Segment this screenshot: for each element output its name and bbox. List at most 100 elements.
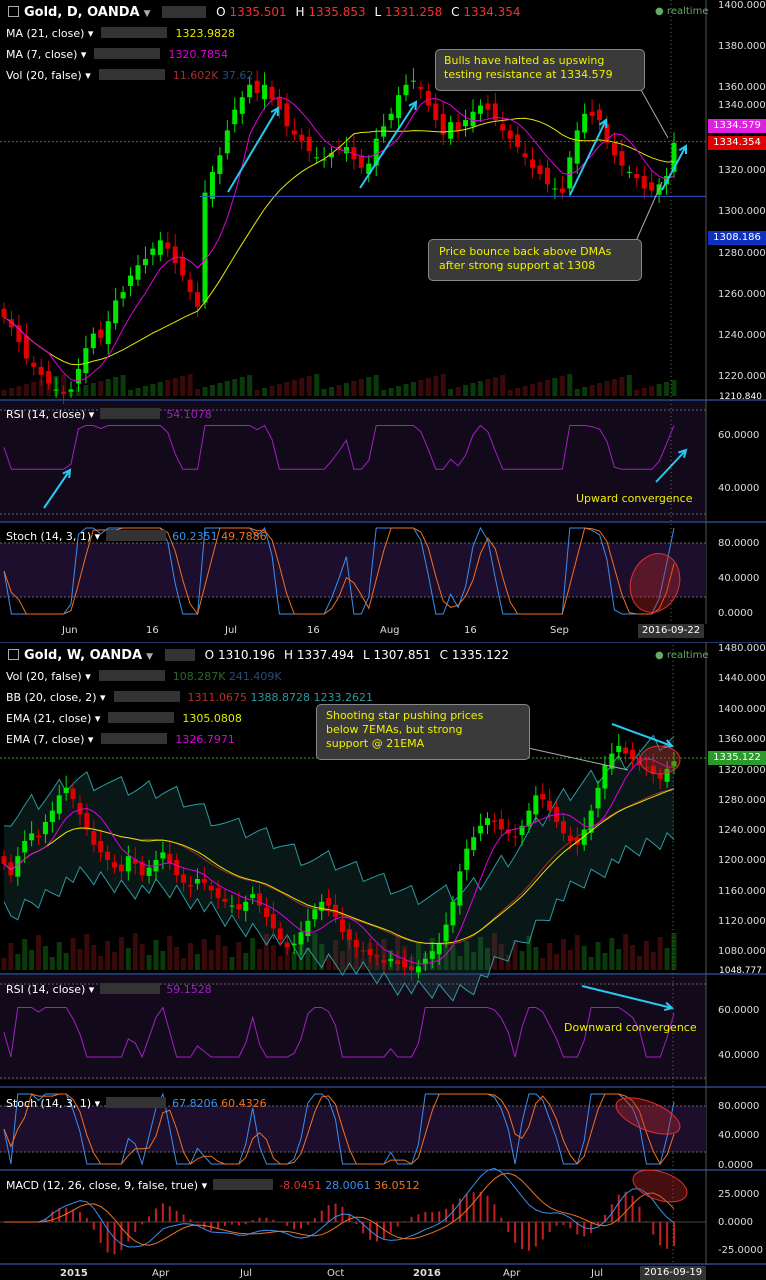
annotation-line: Price bounce back above DMAs xyxy=(439,245,612,258)
rsi-tick: 60.0000 xyxy=(718,430,760,441)
volume-bar xyxy=(664,948,670,970)
volume-bar xyxy=(321,389,327,396)
settings-icon-group[interactable] xyxy=(162,6,207,18)
dropdown-caret-icon[interactable]: ▼ xyxy=(146,652,153,662)
price-tick: 1220.000 xyxy=(718,371,766,382)
candle-body xyxy=(42,822,48,835)
indicator-icons[interactable] xyxy=(101,27,168,38)
weekly-rsi-label[interactable]: RSI (14, close) ▾ 59.1528 xyxy=(6,983,212,996)
candle-body xyxy=(477,105,483,114)
macd-hist-value: -8.0451 xyxy=(279,1179,322,1192)
volume-bar xyxy=(180,376,186,396)
weekly-ind-3[interactable]: EMA (7, close) ▾ 1326.7971 xyxy=(6,733,235,746)
daily-annotation-top[interactable]: Bulls have halted as upswing testing res… xyxy=(435,49,645,91)
volume-bar xyxy=(602,953,608,970)
stoch-tick: 0.0000 xyxy=(718,608,753,619)
collapse-icon[interactable] xyxy=(8,649,19,660)
indicator-icons[interactable] xyxy=(108,712,175,723)
annotation-line: Shooting star pushing prices xyxy=(326,709,484,722)
indicator-icons[interactable] xyxy=(106,1097,167,1108)
weekly-ind-1[interactable]: BB (20, close, 2) ▾ 1311.0675 1388.8728 1… xyxy=(6,691,373,704)
daily-ind-0[interactable]: MA (21, close) ▾ 1323.9828 xyxy=(6,27,235,40)
daily-ind-1[interactable]: MA (7, close) ▾ 1320.7854 xyxy=(6,48,228,61)
weekly-annotation[interactable]: Shooting star pushing prices below 7EMAs… xyxy=(316,704,530,760)
ohlc-label-low: L xyxy=(362,648,370,662)
rsi-label: RSI (14, close) xyxy=(6,408,86,421)
time-tick: 2016 xyxy=(413,1268,441,1279)
annotation-line: testing resistance at 1334.579 xyxy=(444,68,613,81)
candle-body xyxy=(49,810,55,822)
candle-body xyxy=(239,97,245,114)
volume-bar xyxy=(63,953,69,970)
indicator-value: 1311.0675 xyxy=(187,691,248,704)
indicator-icons[interactable] xyxy=(106,530,167,541)
indicator-value: 1326.7971 xyxy=(175,733,235,746)
volume-bar xyxy=(90,383,96,396)
indicator-icons[interactable] xyxy=(98,69,165,80)
volume-bar xyxy=(139,944,145,970)
volume-bar xyxy=(208,950,214,970)
volume-bar xyxy=(125,948,131,970)
candle-body xyxy=(515,134,521,148)
volume-bar xyxy=(15,954,21,970)
candle-body xyxy=(491,820,497,822)
volume-bar xyxy=(604,381,610,396)
price-tick: 1120.000 xyxy=(718,916,766,927)
volume-bar xyxy=(84,934,90,970)
weekly-stoch-label[interactable]: Stoch (14, 3, 1) ▾ 67.8206 60.4326 xyxy=(6,1097,267,1110)
volume-bar xyxy=(582,387,588,396)
indicator-icons[interactable] xyxy=(100,408,161,419)
candle-body xyxy=(29,833,35,841)
indicator-value-2: 241.409K xyxy=(228,670,282,683)
candle-body xyxy=(254,80,260,94)
candle-body xyxy=(478,825,484,834)
volume-bar xyxy=(8,388,14,396)
volume-bar xyxy=(515,388,521,396)
volume-bar xyxy=(358,379,364,396)
indicator-icons[interactable] xyxy=(101,733,168,744)
macd-signal-value: 36.0512 xyxy=(374,1179,420,1192)
daily-stoch-label[interactable]: Stoch (14, 3, 1) ▾ 60.2351 49.7886 xyxy=(6,530,267,543)
macd-histogram-bar xyxy=(673,1222,675,1247)
volume-bar xyxy=(257,949,263,970)
candle-body xyxy=(46,370,52,384)
candle-body xyxy=(222,898,228,902)
macd-histogram-bar xyxy=(555,1222,558,1226)
macd-histogram-bar xyxy=(652,1222,655,1235)
weekly-symbol-title[interactable]: Gold, W, OANDA xyxy=(24,648,142,663)
volume-bar xyxy=(559,376,565,396)
settings-icon-group[interactable] xyxy=(164,649,195,661)
indicator-icons[interactable] xyxy=(94,48,161,59)
candle-body xyxy=(537,165,543,174)
indicator-icons[interactable] xyxy=(113,691,180,702)
volume-bar xyxy=(500,375,506,396)
volume-bar xyxy=(649,386,655,396)
dropdown-caret-icon[interactable]: ▼ xyxy=(144,9,151,19)
weekly-date-badge: 2016-09-19 xyxy=(640,1266,706,1280)
daily-rsi-label[interactable]: RSI (14, close) ▾ 54.1078 xyxy=(6,408,212,421)
indicator-icons[interactable] xyxy=(213,1179,274,1190)
candle-body xyxy=(22,841,28,853)
macd-histogram-bar xyxy=(182,1214,185,1222)
volume-bar xyxy=(581,946,587,970)
volume-bar xyxy=(533,947,539,970)
collapse-icon[interactable] xyxy=(8,6,19,17)
candle-body xyxy=(425,91,431,106)
volume-bar xyxy=(150,384,156,396)
daily-symbol-title[interactable]: Gold, D, OANDA xyxy=(24,5,140,20)
daily-annotation-bottom[interactable]: Price bounce back above DMAs after stron… xyxy=(428,239,642,281)
volume-bar xyxy=(1,958,7,970)
indicator-icons[interactable] xyxy=(100,983,161,994)
chart-canvas[interactable] xyxy=(0,0,766,1280)
indicator-name: EMA (7, close) xyxy=(6,733,85,746)
indicator-icons[interactable] xyxy=(98,670,165,681)
candle-body xyxy=(146,867,152,876)
time-tick: 16 xyxy=(464,625,477,636)
volume-bar xyxy=(120,375,126,396)
daily-ind-2[interactable]: Vol (20, false) ▾ 11.602K 37.62 xyxy=(6,69,253,82)
weekly-macd-label[interactable]: MACD (12, 26, close, 9, false, true) ▾ -8… xyxy=(6,1179,420,1192)
weekly-ind-2[interactable]: EMA (21, close) ▾ 1305.0808 xyxy=(6,712,242,725)
volume-bar xyxy=(373,375,379,396)
volume-bar xyxy=(433,376,439,396)
weekly-ind-0[interactable]: Vol (20, false) ▾ 108.287K 241.409K xyxy=(6,670,282,683)
